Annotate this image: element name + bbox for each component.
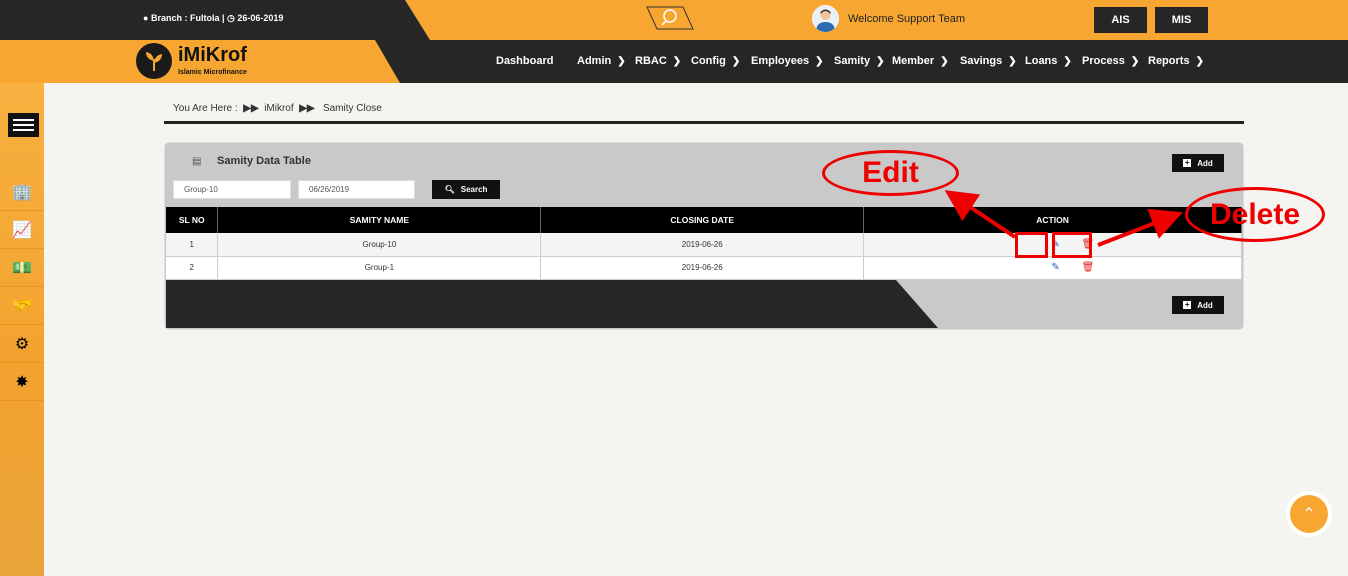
nav-reports[interactable]: Reports ❯ — [1148, 55, 1204, 67]
double-chevron-icon: ▶▶ — [299, 103, 315, 114]
edit-annotation-label: Edit — [822, 150, 959, 196]
col-header-date[interactable]: CLOSING DATE — [540, 207, 865, 233]
brand-subtitle: Islamic Microfinance — [178, 69, 247, 76]
chevron-right-icon: ❯ — [1195, 56, 1204, 67]
sidebar-item-transfer[interactable]: 🤝 — [0, 288, 44, 325]
hand-coin-icon: 🤝 — [12, 298, 32, 315]
chevron-right-icon: ❯ — [876, 56, 885, 67]
building-icon: 🏢 — [12, 184, 32, 201]
sidebar-item-network[interactable]: ✸ — [0, 364, 44, 401]
add-button-top[interactable]: + Add — [1172, 154, 1224, 172]
breadcrumb-divider — [164, 121, 1244, 124]
nav-label: Loans — [1025, 55, 1058, 67]
cell-name: Group-1 — [217, 256, 542, 280]
add-label: Add — [1197, 300, 1213, 310]
cell-action: ✎ 🗑︎ — [863, 256, 1242, 280]
trash-icon[interactable]: 🗑︎ — [1082, 262, 1095, 273]
branch-info: ● Branch : Fultola | ◷ 26-06-2019 — [143, 13, 283, 24]
global-search-button[interactable] — [645, 6, 695, 30]
table-chart-icon: ▤ — [192, 156, 202, 167]
chevron-right-icon: ❯ — [940, 56, 949, 67]
chevron-up-icon: ⌃ — [1302, 506, 1316, 523]
cell-name: Group-10 — [217, 233, 542, 257]
brand-logo-icon[interactable] — [136, 43, 172, 79]
chevron-right-icon: ❯ — [815, 56, 824, 67]
chart-growth-icon: 📈 — [12, 222, 32, 239]
leaf-icon — [146, 52, 162, 71]
chevron-right-icon: ❯ — [617, 56, 626, 67]
cell-sl: 1 — [166, 233, 219, 257]
nav-label: RBAC — [635, 55, 667, 67]
ais-button[interactable]: AIS — [1094, 7, 1147, 33]
nav-config[interactable]: Config ❯ — [691, 55, 740, 67]
gears-icon: ⚙ — [14, 336, 30, 353]
nav-member[interactable]: Member ❯ — [892, 55, 949, 67]
breadcrumb: You Are Here : ▶▶ iMikrof ▶▶ Samity Clos… — [173, 103, 382, 114]
nav-dashboard[interactable]: Dashboard — [496, 55, 553, 67]
nav-loans[interactable]: Loans ❯ — [1025, 55, 1072, 67]
chevron-right-icon: ❯ — [1130, 56, 1140, 67]
welcome-text: Welcome Support Team — [848, 13, 965, 25]
chevron-right-icon: ❯ — [1063, 56, 1072, 67]
current-date: 26-06-2019 — [237, 13, 284, 23]
edit-icon[interactable]: ✎ — [1050, 262, 1062, 273]
sidebar-item-cash[interactable]: 💵 — [0, 250, 44, 287]
menu-toggle-icon[interactable] — [8, 113, 39, 137]
cash-register-icon: 💵 — [12, 260, 32, 277]
nav-label: Admin — [577, 55, 612, 67]
plus-icon: + — [1183, 300, 1192, 309]
delete-annotation-label: Delete — [1185, 187, 1325, 242]
search-label: Search — [460, 185, 488, 194]
sidebar-item-growth[interactable]: 📈 — [0, 212, 44, 249]
nav-label: Employees — [751, 55, 810, 67]
date-filter-input[interactable] — [298, 180, 415, 199]
nav-label: Samity — [834, 55, 871, 67]
search-button[interactable]: 🔍︎ Search — [432, 180, 500, 199]
cell-sl: 2 — [166, 256, 219, 280]
breadcrumb-prefix: You Are Here : — [173, 103, 238, 114]
col-header-name[interactable]: SAMITY NAME — [217, 207, 542, 233]
add-label: Add — [1197, 158, 1213, 168]
search-icon — [646, 6, 694, 30]
user-avatar[interactable] — [812, 5, 839, 32]
col-header-sl[interactable]: SL NO — [166, 207, 219, 233]
nav-admin[interactable]: Admin ❯ — [577, 55, 626, 67]
branch-label: Branch : Fultola | — [150, 13, 225, 23]
nav-rbac[interactable]: RBAC ❯ — [635, 55, 681, 67]
add-button-bottom[interactable]: + Add — [1172, 296, 1224, 314]
table-row: 2 Group-1 2019-06-26 ✎ 🗑︎ — [166, 256, 1242, 280]
nav-employees[interactable]: Employees ❯ — [751, 55, 823, 67]
globe-icon: ● — [143, 13, 149, 23]
samity-filter-input[interactable] — [173, 180, 291, 199]
chevron-right-icon: ❯ — [1008, 56, 1017, 67]
nav-label: Config — [691, 55, 726, 67]
nav-label: Reports — [1148, 55, 1190, 67]
mis-button[interactable]: MIS — [1155, 7, 1208, 33]
nav-label: Dashboard — [496, 55, 554, 67]
nav-label: Savings — [960, 55, 1003, 67]
chevron-right-icon: ❯ — [672, 56, 682, 67]
sidebar-item-settings[interactable]: ⚙ — [0, 326, 44, 363]
panel-title: Samity Data Table — [217, 155, 311, 167]
cell-date: 2019-06-26 — [540, 256, 865, 280]
clock-icon: ◷ — [227, 13, 235, 23]
nav-label: Process — [1082, 55, 1125, 67]
nav-label: Member — [892, 55, 935, 67]
plus-icon: + — [1183, 158, 1192, 167]
brand-title: iMiKrof — [178, 44, 247, 66]
scroll-to-top-button[interactable]: ⌃ — [1290, 495, 1328, 533]
search-icon: 🔍︎ — [444, 185, 455, 194]
breadcrumb-level2: Samity Close — [322, 103, 382, 114]
breadcrumb-level1[interactable]: iMikrof — [264, 103, 293, 114]
cell-date: 2019-06-26 — [540, 233, 865, 257]
nav-samity[interactable]: Samity ❯ — [834, 55, 884, 67]
nav-savings[interactable]: Savings ❯ — [960, 55, 1017, 67]
network-icon: ✸ — [15, 374, 29, 391]
user-avatar-icon — [812, 5, 839, 32]
chevron-right-icon: ❯ — [731, 56, 741, 67]
double-chevron-icon: ▶▶ — [243, 103, 259, 114]
sidebar-item-building[interactable]: 🏢 — [0, 174, 44, 211]
nav-process[interactable]: Process ❯ — [1082, 55, 1139, 67]
